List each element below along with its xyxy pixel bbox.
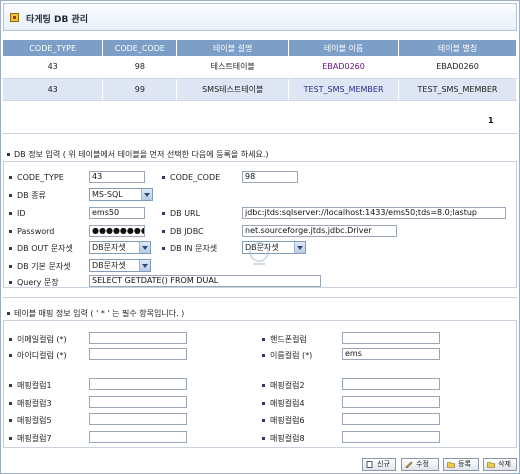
cell-table-alias: TEST_SMS_MEMBER: [398, 78, 517, 101]
email-column-label: 이메일컬럼 (*): [9, 334, 67, 345]
query-label: Query 문장: [9, 277, 59, 288]
cell-code-code: 98: [102, 56, 178, 79]
mapping-column-2-label: 매핑컬럼2: [262, 380, 305, 391]
db-in-charset-label: DB IN 문자셋: [162, 243, 217, 254]
table-row[interactable]: 43 99 SMS테스트테이블 TEST_SMS_MEMBER TEST_SMS…: [3, 78, 517, 101]
db-url-field[interactable]: jdbc:jtds:sqlserver://localhost:1433/ems…: [242, 207, 506, 219]
cell-code-type: 43: [3, 56, 104, 79]
map-section-title: 테이블 매핑 정보 입력 ( ' * ' 는 필수 항목입니다. ): [7, 308, 184, 319]
id-field[interactable]: ems50: [89, 207, 145, 219]
db-base-charset-select[interactable]: DB문자셋: [89, 259, 151, 272]
col-header-code-code: CODE_CODE: [102, 40, 178, 56]
mapping-column-2-field[interactable]: [342, 378, 440, 390]
folder-icon: [447, 462, 455, 468]
db-out-charset-select[interactable]: DB문자셋: [89, 241, 151, 254]
page-header: 타게팅 DB 관리: [3, 3, 517, 31]
password-field[interactable]: ●●●●●●●●: [89, 225, 145, 237]
col-header-code-type: CODE_TYPE: [3, 40, 104, 56]
cell-table-name-link[interactable]: TEST_SMS_MEMBER: [288, 78, 400, 101]
id-column-label: 아이디컬럼 (*): [9, 350, 67, 361]
table-row[interactable]: 43 98 테스트테이블 EBAD0260 EBAD0260: [3, 56, 517, 79]
mapping-column-7-label: 매핑컬럼7: [9, 433, 52, 444]
divider: [3, 133, 517, 134]
code-type-field[interactable]: 43: [89, 171, 145, 183]
db-kind-select[interactable]: MS-SQL: [89, 188, 153, 201]
new-doc-icon: [366, 461, 373, 468]
folder-delete-icon: [487, 462, 495, 468]
watermark-icon: [249, 242, 269, 265]
code-code-field[interactable]: 98: [242, 171, 298, 183]
phone-column-label: 핸드폰컬럼: [262, 334, 307, 345]
chevron-down-icon[interactable]: [139, 242, 150, 253]
mapping-column-1-label: 매핑컬럼1: [9, 380, 52, 391]
mapping-column-1-field[interactable]: [89, 378, 187, 390]
mapping-column-4-label: 매핑컬럼4: [262, 398, 305, 409]
mapping-column-4-field[interactable]: [342, 396, 440, 408]
db-jdbc-label: DB JDBC: [162, 227, 204, 236]
db-base-charset-label: DB 기본 문자셋: [9, 261, 71, 272]
bullet-icon: [7, 153, 10, 156]
chevron-down-icon[interactable]: [294, 242, 305, 253]
pagination: 1: [488, 116, 494, 125]
register-button[interactable]: 등록: [443, 458, 479, 471]
bullet-icon: [7, 312, 10, 315]
divider: [3, 297, 517, 298]
col-header-table-alias: 테이블 별칭: [398, 40, 517, 56]
password-label: Password: [9, 227, 54, 236]
cell-table-name-link[interactable]: EBAD0260: [288, 56, 400, 79]
page-title: 타게팅 DB 관리: [26, 15, 88, 25]
code-type-label: CODE_TYPE: [9, 173, 64, 182]
db-kind-label: DB 종류: [9, 190, 46, 201]
cell-table-desc: SMS테스트테이블: [176, 78, 290, 101]
mapping-column-5-label: 매핑컬럼5: [9, 415, 52, 426]
db-out-charset-label: DB OUT 문자셋: [9, 243, 73, 254]
mapping-column-6-label: 매핑컬럼6: [262, 415, 305, 426]
mapping-column-3-field[interactable]: [89, 396, 187, 408]
col-header-table-name: 테이블 이름: [288, 40, 400, 56]
chevron-down-icon[interactable]: [141, 189, 152, 200]
folder-icon: [10, 13, 19, 22]
cell-table-desc: 테스트테이블: [176, 56, 290, 79]
db-jdbc-field[interactable]: net.sourceforge.jtds.jdbc.Driver: [242, 225, 397, 237]
table-header-row: CODE_TYPE CODE_CODE 테이블 설명 테이블 이름 테이블 별칭: [3, 40, 517, 56]
mapping-column-8-label: 매핑컬럼8: [262, 433, 305, 444]
name-column-field[interactable]: ems: [342, 348, 440, 360]
cell-table-alias: EBAD0260: [398, 56, 517, 79]
page-current[interactable]: 1: [488, 116, 494, 125]
query-field[interactable]: SELECT GETDATE() FROM DUAL: [89, 275, 321, 287]
pencil-icon: [405, 461, 413, 468]
mapping-column-5-field[interactable]: [89, 413, 187, 425]
cell-code-code: 99: [102, 78, 178, 101]
id-column-field[interactable]: [89, 348, 187, 360]
new-button[interactable]: 신규: [362, 458, 396, 471]
col-header-table-desc: 테이블 설명: [176, 40, 290, 56]
mapping-column-7-field[interactable]: [89, 431, 187, 443]
edit-button[interactable]: 수정: [401, 458, 439, 471]
db-section-title: DB 정보 입력 ( 위 테이블에서 테이블을 먼저 선택한 다음에 등록을 하…: [7, 149, 268, 160]
chevron-down-icon[interactable]: [139, 260, 150, 271]
email-column-field[interactable]: [89, 332, 187, 344]
mapping-column-8-field[interactable]: [342, 431, 440, 443]
mapping-column-3-label: 매핑컬럼3: [9, 398, 52, 409]
name-column-label: 이름컬럼 (*): [262, 350, 312, 361]
cell-code-type: 43: [3, 78, 104, 101]
delete-button[interactable]: 삭제: [483, 458, 517, 471]
mapping-column-6-field[interactable]: [342, 413, 440, 425]
db-url-label: DB URL: [162, 209, 200, 218]
db-table-list: CODE_TYPE CODE_CODE 테이블 설명 테이블 이름 테이블 별칭…: [3, 40, 517, 101]
phone-column-field[interactable]: [342, 332, 440, 344]
id-label: ID: [9, 209, 26, 218]
code-code-label: CODE_CODE: [162, 173, 220, 182]
